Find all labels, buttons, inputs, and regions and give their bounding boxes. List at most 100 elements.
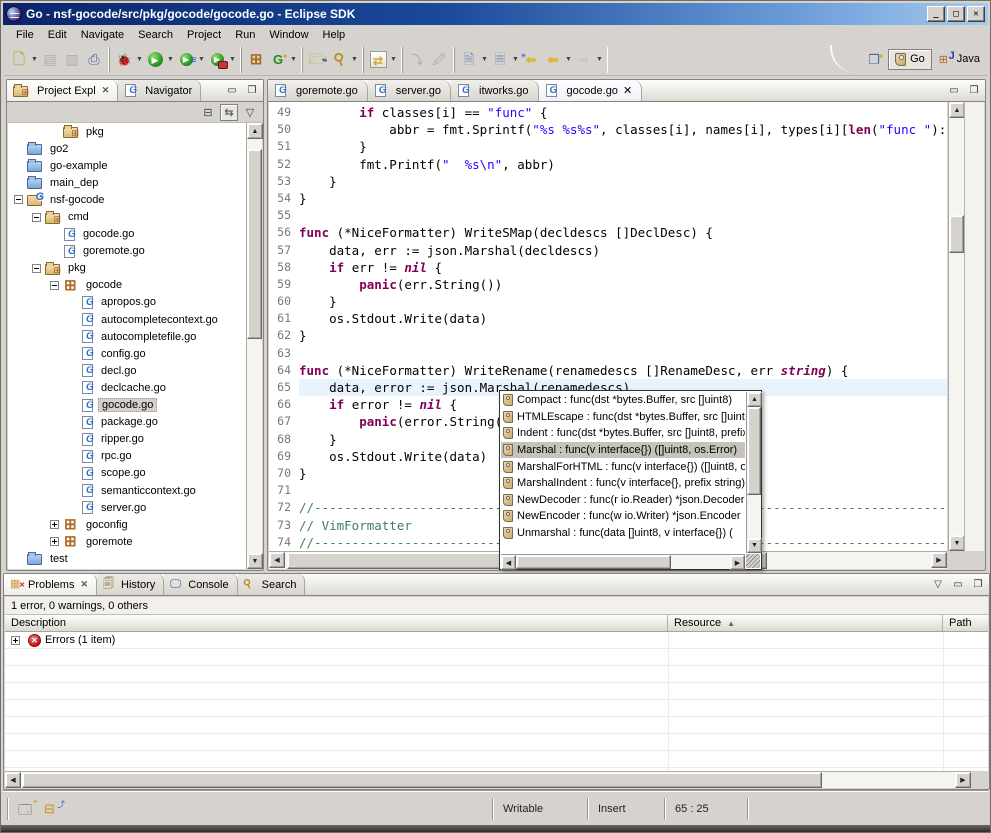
expand-icon[interactable] [50, 520, 59, 529]
new-go-pkg-button[interactable] [245, 49, 267, 71]
autocomplete-item[interactable]: MarshalIndent : func(v interface{}, pref… [501, 475, 745, 492]
scroll-left-icon[interactable]: ◀ [5, 772, 21, 788]
scroll-left-icon[interactable]: ◀ [501, 555, 516, 570]
close-button[interactable]: ✕ [967, 6, 985, 22]
autocomplete-item[interactable]: MarshalForHTML : func(v interface{}) ([]… [501, 458, 745, 475]
perspective-java[interactable]: Java [934, 49, 986, 70]
scroll-thumb[interactable] [949, 215, 964, 253]
tab-history[interactable]: History [97, 574, 164, 595]
menu-project[interactable]: Project [180, 27, 228, 43]
tree-item-goremote-go[interactable]: goremote.go [8, 243, 246, 260]
tree-item-nsf-gocode[interactable]: nsf-gocode [8, 191, 246, 208]
column-header-description[interactable]: Description [5, 615, 668, 631]
dropdown-arrow-icon[interactable]: ▼ [135, 49, 144, 71]
tree-item-apropos-go[interactable]: apropos.go [8, 294, 246, 311]
tree-item-rpc-go[interactable]: rpc.go [8, 448, 246, 465]
tree-item-gocode[interactable]: gocode [8, 277, 246, 294]
tree-item-goconfig[interactable]: goconfig [8, 516, 246, 533]
autocomplete-item[interactable]: NewDecoder : func(r io.Reader) *json.Dec… [501, 492, 745, 509]
editor-tab-server-go[interactable]: server.go [368, 80, 451, 101]
collapse-all-icon[interactable]: ⊟ [199, 104, 217, 121]
dropdown-arrow-icon[interactable]: ▼ [511, 49, 520, 71]
dropdown-arrow-icon[interactable]: ▼ [166, 49, 175, 71]
tree-item-ripper-go[interactable]: ripper.go [8, 431, 246, 448]
tree-item-decl-go[interactable]: decl.go [8, 362, 246, 379]
scroll-thumb[interactable] [247, 149, 262, 339]
problems-row-errors[interactable]: ✕Errors (1 item) [5, 632, 988, 649]
note1-button[interactable] [458, 49, 480, 71]
scroll-down-icon[interactable]: ▼ [949, 535, 965, 551]
menu-search[interactable]: Search [131, 27, 180, 43]
autocomplete-item[interactable]: Indent : func(dst *bytes.Buffer, src []u… [501, 425, 745, 442]
last-edit-button[interactable] [520, 49, 542, 71]
tree-item-go-example[interactable]: go-example [8, 157, 246, 174]
mark-occ-button[interactable] [367, 49, 389, 71]
problems-horizontal-scrollbar[interactable]: ◀ ▶ [5, 771, 971, 788]
autocomplete-item[interactable]: Marshal : func(v interface{}) ([]uint8, … [501, 442, 745, 459]
editor-vertical-scrollbar[interactable]: ▲ ▼ [948, 102, 964, 551]
run-last-button[interactable] [175, 49, 197, 71]
tree-item-cmd[interactable]: cmd [8, 208, 246, 225]
scroll-thumb[interactable] [516, 555, 671, 569]
scroll-thumb[interactable] [747, 407, 761, 495]
tree-item-autocompletefile-go[interactable]: autocompletefile.go [8, 328, 246, 345]
run-button[interactable] [144, 49, 166, 71]
scroll-right-icon[interactable]: ▶ [955, 772, 971, 788]
note2-button[interactable] [489, 49, 511, 71]
expand-icon[interactable] [50, 537, 59, 546]
scroll-up-icon[interactable]: ▲ [747, 392, 762, 407]
scroll-right-icon[interactable]: ▶ [730, 555, 745, 570]
tree-item-config-go[interactable]: config.go [8, 345, 246, 362]
editor-tab-goremote-go[interactable]: goremote.go [268, 80, 368, 101]
dropdown-arrow-icon[interactable]: ▼ [228, 49, 237, 71]
view-menu-icon[interactable]: ▽ [241, 104, 259, 121]
open-perspective-button[interactable] [862, 47, 886, 71]
explorer-maximize-icon[interactable]: ❐ [244, 83, 260, 97]
title-bar[interactable]: Go - nsf-gocode/src/pkg/gocode/gocode.go… [3, 3, 988, 25]
menu-help[interactable]: Help [316, 27, 353, 43]
menu-file[interactable]: File [9, 27, 41, 43]
dropdown-arrow-icon[interactable]: ▼ [564, 49, 573, 71]
debug-button[interactable] [113, 49, 135, 71]
new-wizard-button[interactable] [8, 49, 30, 71]
collapse-icon[interactable] [32, 264, 41, 273]
tree-item-scope-go[interactable]: scope.go [8, 465, 246, 482]
maximize-button[interactable]: □ [947, 6, 965, 22]
tab-search[interactable]: Search [238, 574, 306, 595]
problems-maximize-icon[interactable]: ❐ [970, 577, 986, 591]
close-icon[interactable]: ✕ [623, 84, 632, 97]
tree-item-goremote[interactable]: goremote [8, 533, 246, 550]
autocomplete-item[interactable]: Compact : func(dst *bytes.Buffer, src []… [501, 392, 745, 409]
tree-item-server-go[interactable]: server.go [8, 499, 246, 516]
tree-item-declcache-go[interactable]: declcache.go [8, 379, 246, 396]
back-button[interactable] [542, 49, 564, 71]
dropdown-arrow-icon[interactable]: ▼ [289, 49, 298, 71]
popup-resize-grip[interactable] [746, 554, 760, 568]
tree-item-semanticcontext-go[interactable]: semanticcontext.go [8, 482, 246, 499]
ext-tools-button[interactable] [206, 49, 228, 71]
scroll-thumb[interactable] [22, 772, 822, 788]
close-icon[interactable]: ✕ [102, 85, 110, 96]
minimize-button[interactable]: _ [927, 6, 945, 22]
tree-item-pkg[interactable]: pkg [8, 123, 246, 140]
print-button[interactable] [83, 49, 105, 71]
problems-minimize-icon[interactable]: ▭ [950, 577, 966, 591]
tab-console[interactable]: Console [164, 574, 237, 595]
explorer-vertical-scrollbar[interactable]: ▲ ▼ [246, 123, 262, 569]
editor-tab-itworks-go[interactable]: itworks.go [451, 80, 539, 101]
dropdown-arrow-icon[interactable]: ▼ [350, 49, 359, 71]
autocomplete-vertical-scrollbar[interactable]: ▲ ▼ [746, 392, 761, 553]
tab-project-expl[interactable]: Project Expl✕ [7, 80, 118, 101]
tree-item-main-dep[interactable]: main_dep [8, 174, 246, 191]
editor-maximize-icon[interactable]: ❐ [966, 83, 982, 97]
column-header-path[interactable]: Path [943, 615, 988, 631]
collapse-icon[interactable] [50, 281, 59, 290]
new-go-app-button[interactable] [267, 49, 289, 71]
menu-run[interactable]: Run [228, 27, 262, 43]
scroll-up-icon[interactable]: ▲ [247, 123, 263, 139]
fast-view-icon[interactable] [18, 801, 36, 817]
collapse-icon[interactable] [14, 195, 23, 204]
link-with-editor-icon[interactable]: ⇆ [220, 104, 238, 121]
view-menu-icon[interactable]: ▽ [930, 577, 946, 591]
editor-minimize-icon[interactable]: ▭ [946, 83, 962, 97]
